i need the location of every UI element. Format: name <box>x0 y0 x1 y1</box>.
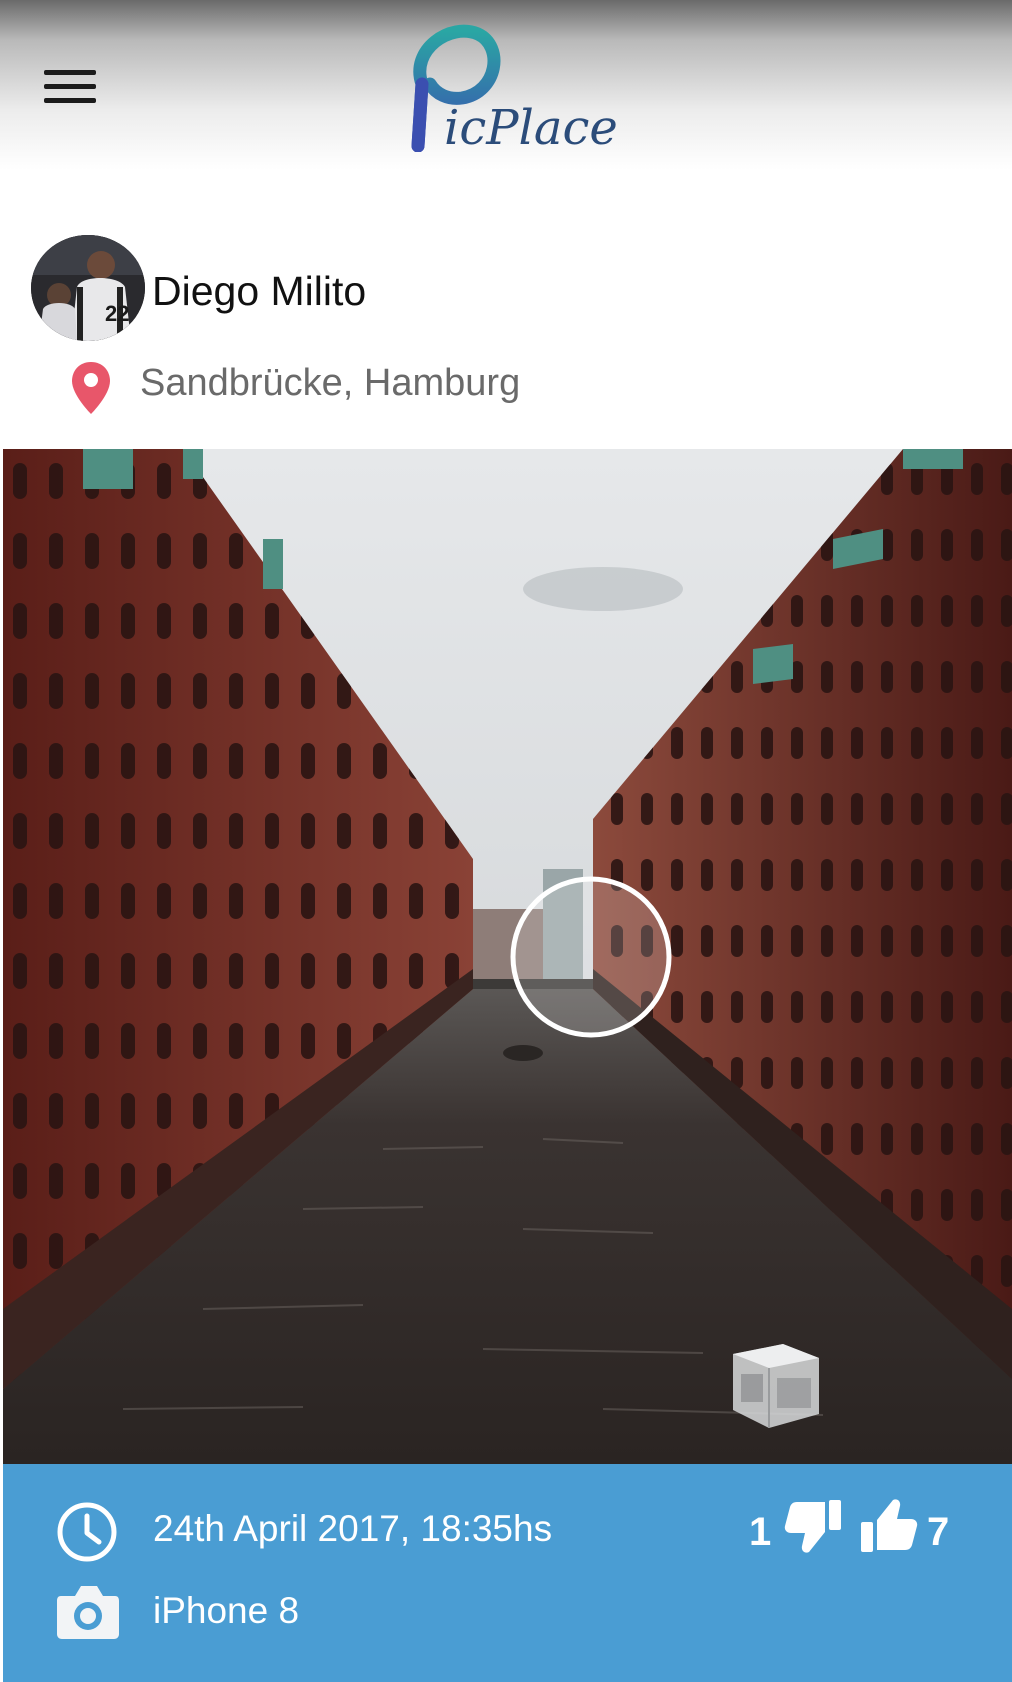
picplace-logo: icPlace <box>400 22 630 157</box>
dislike-count: 1 <box>749 1510 772 1554</box>
avatar-jersey-number: 22 <box>105 301 129 326</box>
hamburger-menu-icon[interactable] <box>38 64 102 114</box>
camera-icon <box>57 1586 119 1639</box>
app-screen: icPlace 22 Diego Milito Sandbrücke, Hamb… <box>0 0 1012 1682</box>
top-bar: icPlace <box>0 0 1012 200</box>
logo-text: icPlace <box>444 100 618 156</box>
3d-cube-icon <box>733 1344 819 1428</box>
post-info-bar: 24th April 2017, 18:35hs iPhone 8 1 7 <box>3 1464 1012 1682</box>
location-text: Sandbrücke, Hamburg <box>140 362 521 404</box>
photo-canal-warehouses[interactable] <box>3 449 1012 1464</box>
user-name[interactable]: Diego Milito <box>152 268 366 315</box>
avatar[interactable]: 22 <box>31 235 145 341</box>
thumb-down-icon[interactable] <box>783 1496 843 1556</box>
like-count: 7 <box>927 1510 950 1554</box>
map-pin-icon <box>72 362 110 414</box>
thumb-up-icon[interactable] <box>859 1496 919 1556</box>
camera-device: iPhone 8 <box>153 1590 300 1631</box>
post-date: 24th April 2017, 18:35hs <box>153 1508 553 1549</box>
clock-icon <box>57 1502 117 1562</box>
